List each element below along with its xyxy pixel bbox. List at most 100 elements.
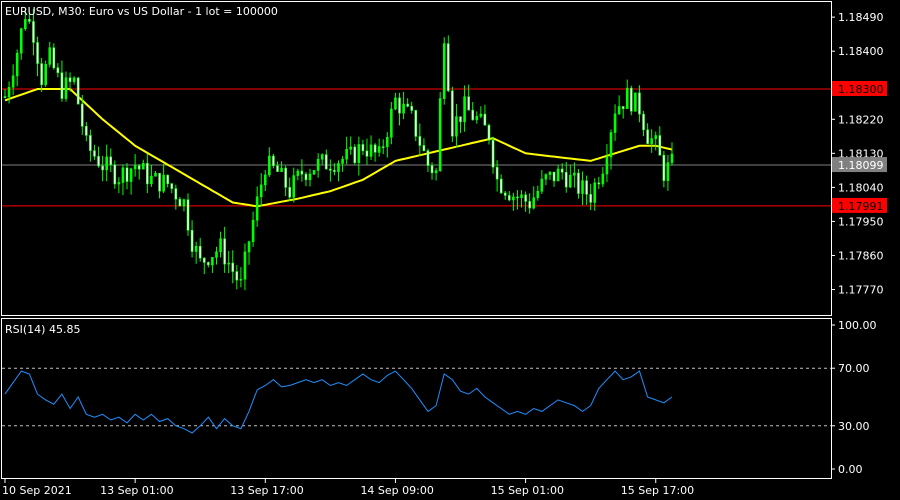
candle-body — [524, 194, 527, 202]
candle-body — [650, 138, 653, 144]
candle-body — [361, 144, 365, 152]
rsi-title: RSI(14) 45.85 — [5, 323, 80, 336]
time-tick-label: 15 Sep 01:00 — [491, 484, 564, 497]
candle-body — [418, 136, 422, 146]
candle-body — [235, 271, 239, 281]
candle-body — [194, 245, 198, 252]
candle-body — [410, 105, 414, 111]
candle-body — [390, 108, 393, 138]
candle-body — [455, 116, 458, 137]
candle-body — [357, 144, 361, 164]
rsi-tick-label: 0.00 — [838, 463, 863, 476]
candle-body — [64, 77, 68, 99]
candle-body — [227, 262, 230, 265]
candle-body — [564, 172, 568, 188]
candle-body — [520, 194, 523, 199]
candle-body — [426, 150, 430, 166]
candle — [451, 86, 454, 142]
candle-body — [15, 52, 19, 77]
candle-body — [548, 171, 552, 175]
candle-body — [552, 171, 556, 182]
candle-body — [141, 162, 145, 170]
candle-body — [178, 198, 182, 207]
candle-body — [89, 135, 92, 151]
candle-body — [239, 278, 243, 281]
candle-body — [40, 63, 43, 86]
candle-body — [219, 238, 222, 253]
candle-body — [255, 196, 259, 221]
rsi-tick-label: 70.00 — [838, 362, 870, 375]
candle-body — [601, 173, 605, 185]
candle-body — [174, 188, 178, 200]
candle-body — [642, 113, 645, 131]
price-tick-label: 1.17860 — [838, 249, 884, 262]
candle-body — [76, 77, 80, 105]
candle-body — [528, 201, 531, 209]
candle-body — [438, 98, 442, 171]
candle — [630, 85, 633, 116]
candle-body — [215, 251, 218, 258]
candle-body — [491, 139, 495, 168]
candle-body — [341, 158, 344, 164]
candle-body — [190, 229, 194, 252]
candle-body — [117, 182, 121, 185]
candle-body — [121, 167, 125, 183]
candle-body — [223, 238, 226, 265]
candle-body — [532, 197, 536, 209]
candle — [442, 37, 446, 105]
candle-body — [320, 154, 324, 160]
candle-body — [68, 77, 72, 82]
candle-body — [589, 194, 592, 203]
candle-body — [365, 150, 369, 157]
candle-body — [459, 116, 462, 123]
candle-body — [483, 113, 487, 126]
candle-body — [569, 174, 572, 188]
candle-body — [329, 168, 332, 171]
candle-body — [150, 175, 153, 185]
candle-body — [503, 192, 507, 196]
candle-body — [316, 158, 320, 171]
candle — [353, 144, 357, 165]
candle-body — [154, 172, 157, 177]
candle-body — [44, 64, 47, 86]
candle-body — [377, 146, 381, 153]
level-tag-label-0: 1.18300 — [838, 83, 884, 96]
candle-body — [56, 67, 60, 74]
time-tick-label: 13 Sep 01:00 — [100, 484, 173, 497]
candle-body — [451, 90, 454, 137]
candle-body — [508, 195, 511, 201]
candle-body — [609, 132, 613, 158]
candle-body — [170, 183, 174, 189]
candle-body — [516, 196, 519, 199]
candle-body — [113, 164, 117, 185]
candle-body — [662, 154, 666, 181]
candle-body — [19, 28, 23, 54]
candle — [76, 76, 80, 105]
candle-body — [52, 47, 56, 69]
candle-body — [406, 103, 409, 107]
candle-body — [402, 103, 405, 114]
price-tick-label: 1.18220 — [838, 113, 884, 126]
candle-body — [24, 19, 27, 29]
candle — [634, 92, 637, 112]
candle-body — [581, 180, 584, 194]
price-tick-label: 1.17950 — [838, 215, 884, 228]
candle-body — [292, 175, 296, 198]
level-tag-label-1: 1.17991 — [838, 200, 884, 213]
rsi-tick-label: 30.00 — [838, 420, 870, 433]
candle-body — [345, 148, 348, 160]
candle-body — [333, 169, 336, 172]
chart-area: 1.184901.184001.183101.182201.181301.180… — [0, 0, 900, 500]
candle-body — [577, 172, 580, 194]
candle-body — [109, 156, 113, 166]
candle-body — [353, 146, 357, 164]
candle-body — [288, 187, 291, 198]
candle-body — [349, 146, 353, 150]
candle-body — [243, 251, 247, 280]
price-tick-label: 1.18400 — [838, 45, 884, 58]
candle-body — [597, 182, 601, 185]
candle-body — [162, 174, 165, 192]
candle-body — [324, 154, 328, 170]
candle-body — [540, 178, 544, 192]
candle-body — [630, 87, 633, 112]
